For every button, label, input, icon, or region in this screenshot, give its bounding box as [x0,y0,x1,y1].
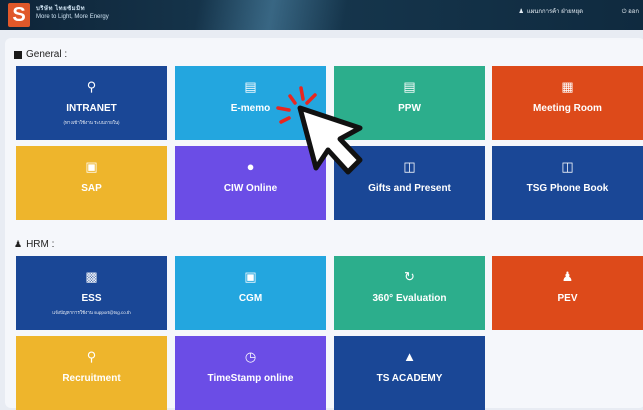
graduation-icon: ▲ [403,349,416,364]
screen-icon: ▣ [85,159,98,174]
tile-pev[interactable]: ♟ PEV [492,256,643,330]
user-menu[interactable]: ♟ แผนกการค้า ฝ่ายหยุด [518,6,583,16]
id-card-icon: ▩ [85,269,98,284]
mouse-pointer-icon [276,86,363,175]
tile-sap[interactable]: ▣ SAP [16,146,167,220]
tile-360-evaluation[interactable]: ↻ 360° Evaluation [334,256,485,330]
top-bar: S บริษัท ไทยซัมมิท More to Light, More E… [0,0,643,30]
tile-recruitment[interactable]: ⚲ Recruitment [16,336,167,410]
refresh-icon: ↻ [404,269,415,284]
logout-label: ออก [628,9,639,15]
tile-label: Meeting Room [533,103,602,114]
map-pin-icon: ⚲ [86,79,97,94]
tile-cgm[interactable]: ▣ CGM [175,256,326,330]
user-icon: ♟ [518,9,524,15]
tile-label: Recruitment [62,373,121,384]
tile-label: INTRANET [66,103,117,114]
org-name: บริษัท ไทยซัมมิท [36,6,86,12]
tile-label: CGM [238,293,263,304]
user-check-icon: ♟ [561,269,574,284]
tile-sublabel: (ทางเข้าใช้งาน ระบบภายใน) [63,120,120,125]
tile-label: ESS [81,293,102,304]
calendar-icon: ▦ [561,79,574,94]
car-icon: ▣ [244,269,257,284]
tile-timestamp-online[interactable]: ◷ TimeStamp online [175,336,326,410]
tile-label: 360° Evaluation [372,293,447,304]
company-logo[interactable]: S [8,3,30,27]
people-icon: ♟ [14,239,23,249]
tile-meeting-room[interactable]: ▦ Meeting Room [492,66,643,140]
tile-label: TimeStamp online [207,373,294,384]
org-tagline: More to Light, More Energy [36,14,109,20]
user-name: แผนกการค้า ฝ่ายหยุด [526,9,583,15]
section-hrm-label: HRM : [26,239,55,250]
section-general-title: General : [14,49,67,60]
gift-icon: ◫ [561,159,574,174]
power-icon: ⏻ [621,9,627,15]
tile-tsg-phone-book[interactable]: ◫ TSG Phone Book [492,146,643,220]
tile-label: SAP [81,183,102,194]
header-decoration [90,0,450,30]
section-general-label: General : [26,49,68,60]
tile-label: TSG Phone Book [526,183,609,194]
tile-sublabel: แจ้งปัญหาการใช้งาน support@tsg.co.th [52,310,131,315]
tile-intranet[interactable]: ⚲ INTRANET (ทางเข้าใช้งาน ระบบภายใน) [16,66,167,140]
stopwatch-icon: ◷ [244,349,257,364]
tile-ess[interactable]: ▩ ESS แจ้งปัญหาการใช้งาน support@tsg.co.… [16,256,167,330]
tile-ts-academy[interactable]: ▲ TS ACADEMY [334,336,485,410]
tile-label: PEV [557,293,578,304]
tile-label: TS ACADEMY [376,373,443,384]
search-user-icon: ⚲ [86,349,97,364]
logout-button[interactable]: ⏻ ออก [622,6,639,16]
square-icon [14,50,22,59]
section-hrm-title: ♟ HRM : [14,239,54,250]
